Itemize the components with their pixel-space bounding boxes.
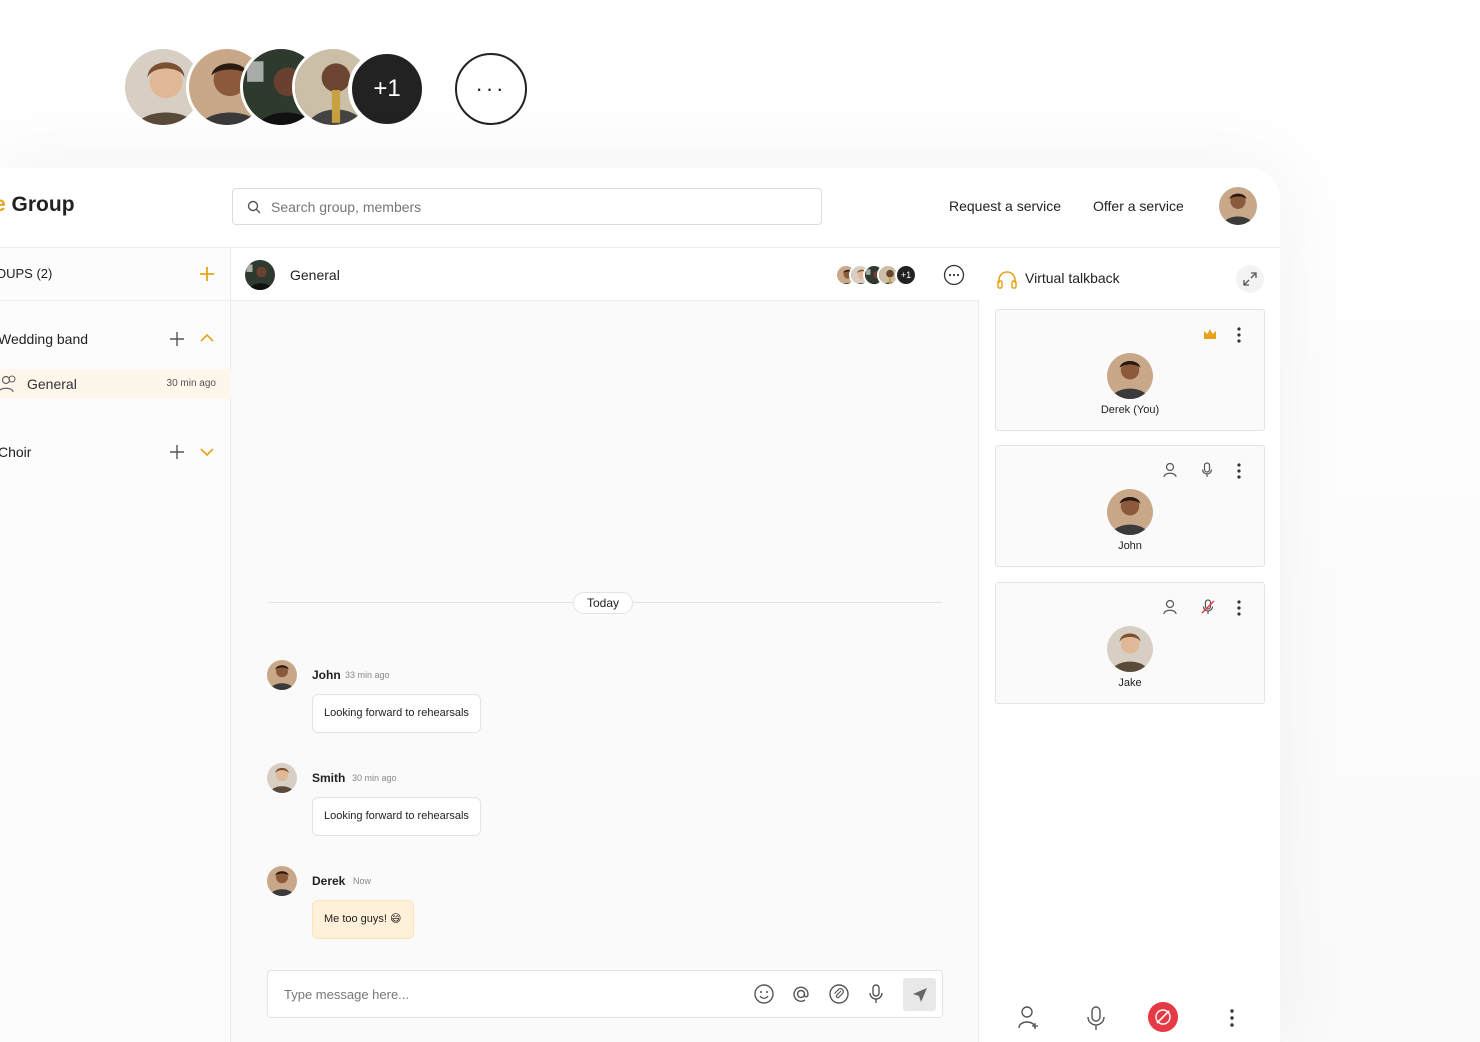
user-icon[interactable] (1163, 599, 1177, 615)
app-window: e Group Search group, members Request a … (0, 168, 1280, 1042)
more-options-button[interactable]: ··· (455, 53, 527, 125)
expand-icon (1243, 272, 1257, 286)
channel-item-general[interactable]: General 30 min ago (0, 369, 231, 399)
crown-icon (1203, 328, 1217, 340)
more-members-count[interactable]: +1 (348, 50, 426, 128)
expand-button[interactable] (1236, 265, 1264, 293)
message-time: 30 min ago (352, 773, 397, 783)
day-divider: Today (573, 592, 634, 614)
chat-members-stack[interactable]: +1 (835, 264, 925, 286)
group-choir[interactable]: Choir (0, 444, 31, 460)
participant-name: John (1118, 540, 1142, 552)
message-placeholder: Type message here... (284, 987, 410, 1002)
brand-name: Group (11, 193, 75, 216)
microphone-icon[interactable] (866, 983, 886, 1005)
chat-panel: General +1 Today John 33 min ago Looking… (231, 248, 979, 1042)
chat-title: General (290, 267, 340, 283)
participant-card[interactable]: Jake (995, 582, 1265, 704)
avatar (1107, 489, 1153, 535)
avatar (267, 660, 297, 690)
more-members-count: +1 (895, 264, 917, 286)
message-time: Now (353, 876, 372, 886)
group-avatar (245, 260, 275, 290)
participant-name: Derek (You) (1100, 404, 1160, 416)
message-author: Derek (312, 874, 346, 888)
message-author: John (312, 668, 341, 682)
message-bubble: Looking forward to rehearsals (312, 797, 481, 836)
groups-header: OUPS (2) (0, 248, 231, 301)
add-participant-icon[interactable] (1017, 1005, 1039, 1031)
brand-prefix: e (0, 193, 6, 216)
user-icon[interactable] (1163, 462, 1177, 478)
channel-label: General (27, 376, 77, 392)
avatar (267, 763, 297, 793)
message-time: 33 min ago (345, 670, 390, 680)
emoji-icon[interactable] (753, 983, 775, 1005)
avatar (1107, 353, 1153, 399)
message-author: Smith (312, 771, 346, 785)
participant-card[interactable]: John (995, 445, 1265, 567)
send-icon (912, 987, 927, 1002)
avatar (1107, 626, 1153, 672)
mention-icon[interactable] (790, 983, 812, 1005)
headphones-icon (996, 269, 1018, 289)
leave-call-button[interactable] (1148, 1002, 1178, 1032)
microphone-icon[interactable] (1086, 1005, 1106, 1031)
participant-card[interactable]: Derek (You) (995, 309, 1265, 431)
more-vertical-icon[interactable] (1236, 599, 1242, 617)
talkback-panel: Virtual talkback Derek (You) John Jake (979, 248, 1280, 1042)
chat-options-icon[interactable] (943, 264, 965, 286)
participant-name: Jake (1118, 677, 1142, 689)
add-group-icon[interactable] (199, 266, 215, 282)
search-placeholder: Search group, members (271, 198, 422, 215)
avatar (267, 866, 297, 896)
people-icon (0, 375, 18, 393)
microphone-muted-icon[interactable] (1201, 599, 1215, 615)
talkback-title: Virtual talkback (1025, 270, 1120, 286)
message-bubble: Me too guys! 😄 (312, 900, 414, 939)
user-avatar[interactable] (1219, 187, 1257, 225)
brand-logo[interactable]: e Group (0, 193, 75, 217)
request-service-link[interactable]: Request a service (949, 198, 1061, 214)
microphone-icon[interactable] (1201, 462, 1213, 478)
groups-sidebar: OUPS (2) Wedding band General 30 min ago… (0, 248, 231, 1042)
message-input[interactable]: Type message here... (267, 970, 943, 1018)
group-wedding-band[interactable]: Wedding band (0, 331, 88, 347)
chevron-up-icon[interactable] (200, 333, 214, 343)
send-button[interactable] (903, 978, 936, 1011)
more-vertical-icon[interactable] (1236, 462, 1242, 480)
search-icon (247, 200, 261, 214)
search-input[interactable]: Search group, members (232, 188, 822, 225)
top-bar: e Group Search group, members Request a … (0, 168, 1280, 248)
more-vertical-icon[interactable] (1229, 1008, 1235, 1028)
channel-time: 30 min ago (166, 378, 216, 389)
message-bubble: Looking forward to rehearsals (312, 694, 481, 733)
offer-service-link[interactable]: Offer a service (1093, 198, 1184, 214)
chevron-down-icon[interactable] (200, 447, 214, 457)
more-vertical-icon[interactable] (1236, 326, 1242, 344)
chat-header: General +1 (231, 248, 979, 301)
groups-title: OUPS (2) (0, 266, 53, 281)
add-channel-icon[interactable] (169, 444, 185, 460)
add-channel-icon[interactable] (169, 331, 185, 347)
phone-off-icon (1155, 1009, 1171, 1025)
attachment-icon[interactable] (828, 983, 850, 1005)
